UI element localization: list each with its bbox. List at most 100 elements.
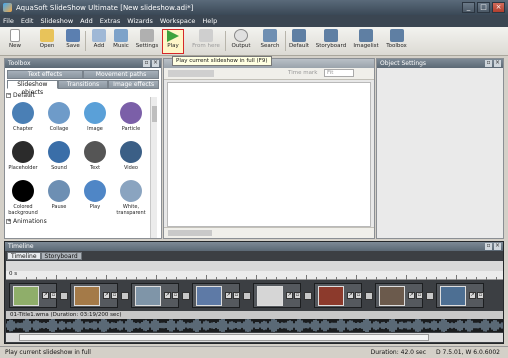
object-icon <box>120 102 142 124</box>
panel-close-icon[interactable]: × <box>494 60 501 67</box>
default-layout-button[interactable]: Default <box>287 29 311 54</box>
transition-icon[interactable] <box>243 292 251 300</box>
storyboard-layout-button[interactable]: Storyboard <box>314 29 348 54</box>
time-ruler[interactable]: 0 s <box>6 271 503 280</box>
toolbox-object[interactable]: Text <box>78 141 112 171</box>
menu-slideshow[interactable]: Slideshow <box>40 17 73 25</box>
add-button[interactable]: Add <box>87 29 111 54</box>
tab-movement-paths[interactable]: Movement paths <box>83 70 159 79</box>
clip-menu-icon[interactable]: ▫ <box>172 292 179 299</box>
clip-edit-icon[interactable]: ↗ <box>225 292 232 299</box>
transition-icon[interactable] <box>365 292 373 300</box>
toolbox-object[interactable]: Colored background <box>6 180 40 216</box>
group-animations[interactable]: + Animations <box>6 218 47 225</box>
toolbox-layout-button[interactable]: Toolbox <box>383 29 410 54</box>
timeline-scrollbar[interactable] <box>6 333 503 342</box>
menu-workspace[interactable]: Workspace <box>160 17 196 25</box>
toolbox-object[interactable]: Image <box>78 102 112 132</box>
play-button[interactable]: Play <box>162 29 184 54</box>
timeline-clip[interactable]: ↗ ▫ <box>192 283 240 308</box>
object-icon <box>84 102 106 124</box>
clip-menu-icon[interactable]: ▫ <box>416 292 423 299</box>
timeline-clip[interactable]: ↗ ▫ <box>375 283 423 308</box>
pin-icon[interactable]: ▫ <box>485 60 492 67</box>
clip-menu-icon[interactable]: ▫ <box>294 292 301 299</box>
transition-icon[interactable] <box>304 292 312 300</box>
from-here-button[interactable]: From here <box>191 29 221 54</box>
close-button[interactable]: × <box>492 2 505 13</box>
clip-menu-icon[interactable]: ▫ <box>477 292 484 299</box>
music-button[interactable]: Music <box>109 29 133 54</box>
menu-add[interactable]: Add <box>80 17 93 25</box>
preview-canvas[interactable] <box>167 82 371 227</box>
maximize-button[interactable]: □ <box>477 2 490 13</box>
timeline-clip[interactable]: ↗ ▫ <box>314 283 362 308</box>
clip-menu-icon[interactable]: ▫ <box>111 292 118 299</box>
tab-transitions[interactable]: Transitions <box>57 80 109 89</box>
clip-menu-icon[interactable]: ▫ <box>355 292 362 299</box>
clip-edit-icon[interactable]: ↗ <box>408 292 415 299</box>
object-settings-panel: Object Settings ▫ × <box>376 58 504 239</box>
music-icon <box>114 29 128 42</box>
toolbox-scrollbar[interactable] <box>150 97 157 238</box>
toolbox-object[interactable]: Collage <box>42 102 76 132</box>
tab-storyboard[interactable]: Storyboard <box>40 252 82 260</box>
zoom-select[interactable]: Fit <box>324 69 354 77</box>
toolbox-object[interactable]: Particle <box>114 102 148 132</box>
transition-icon[interactable] <box>426 292 434 300</box>
toolbox-object[interactable]: Video <box>114 141 148 171</box>
clip-thumbnail <box>257 286 283 306</box>
timeline-clip[interactable]: ↗ ▫ <box>436 283 484 308</box>
toolbox-object[interactable]: White, transparent <box>114 180 148 216</box>
object-icon <box>12 141 34 163</box>
timeline-panel: Timeline ▫ × Timeline Storyboard 0 s ↗ ▫ ↗… <box>4 241 504 344</box>
menu-file[interactable]: File <box>3 17 14 25</box>
playback-controls[interactable] <box>168 230 212 236</box>
clip-edit-icon[interactable]: ↗ <box>286 292 293 299</box>
timeline-clip[interactable]: ↗ ▫ <box>131 283 179 308</box>
preview-tool-icons[interactable] <box>168 70 214 77</box>
group-default[interactable]: − Default <box>6 92 35 99</box>
transition-icon[interactable] <box>182 292 190 300</box>
clip-edit-icon[interactable]: ↗ <box>469 292 476 299</box>
panel-close-icon[interactable]: × <box>494 243 501 250</box>
settings-button[interactable]: Settings <box>134 29 160 54</box>
clip-edit-icon[interactable]: ↗ <box>164 292 171 299</box>
menu-wizards[interactable]: Wizards <box>127 17 153 25</box>
menu-help[interactable]: Help <box>202 17 217 25</box>
clip-menu-icon[interactable]: ▫ <box>50 292 57 299</box>
toolbox-object[interactable]: Play <box>78 180 112 210</box>
toolbox-object[interactable]: Placeholder <box>6 141 40 171</box>
tab-image-effects[interactable]: Image effects <box>108 80 160 89</box>
tab-text-effects[interactable]: Text effects <box>7 70 83 79</box>
clip-edit-icon[interactable]: ↗ <box>347 292 354 299</box>
transition-icon[interactable] <box>60 292 68 300</box>
timeline-clip[interactable]: ↗ ▫ <box>9 283 57 308</box>
imagelist-layout-button[interactable]: Imagelist <box>352 29 380 54</box>
clip-edit-icon[interactable]: ↗ <box>42 292 49 299</box>
pin-icon[interactable]: ▫ <box>485 243 492 250</box>
audio-waveform[interactable] <box>6 319 503 332</box>
toolbox-object[interactable]: Pause <box>42 180 76 210</box>
play-from-here-icon <box>199 29 213 42</box>
timeline-clip[interactable]: ↗ ▫ <box>70 283 118 308</box>
save-button[interactable]: Save <box>61 29 85 54</box>
toolbox-object[interactable]: Sound <box>42 141 76 171</box>
open-button[interactable]: Open <box>33 29 61 54</box>
timeline-clip[interactable]: ↗ ▫ <box>253 283 301 308</box>
pin-icon[interactable]: ▫ <box>143 60 150 67</box>
clip-edit-icon[interactable]: ↗ <box>103 292 110 299</box>
clip-menu-icon[interactable]: ▫ <box>233 292 240 299</box>
output-button[interactable]: Output <box>229 29 253 54</box>
menu-extras[interactable]: Extras <box>100 17 121 25</box>
menu-edit[interactable]: Edit <box>21 17 34 25</box>
panel-close-icon[interactable]: × <box>152 60 159 67</box>
search-button[interactable]: Search <box>258 29 282 54</box>
transition-icon[interactable] <box>121 292 129 300</box>
toolbox-object[interactable]: Chapter <box>6 102 40 132</box>
minimize-button[interactable]: _ <box>462 2 475 13</box>
object-label: White, transparent <box>116 204 146 216</box>
tab-timeline[interactable]: Timeline <box>7 252 41 260</box>
new-button[interactable]: New <box>3 29 27 54</box>
tab-slideshow-objects[interactable]: Slideshow objects <box>7 80 58 96</box>
